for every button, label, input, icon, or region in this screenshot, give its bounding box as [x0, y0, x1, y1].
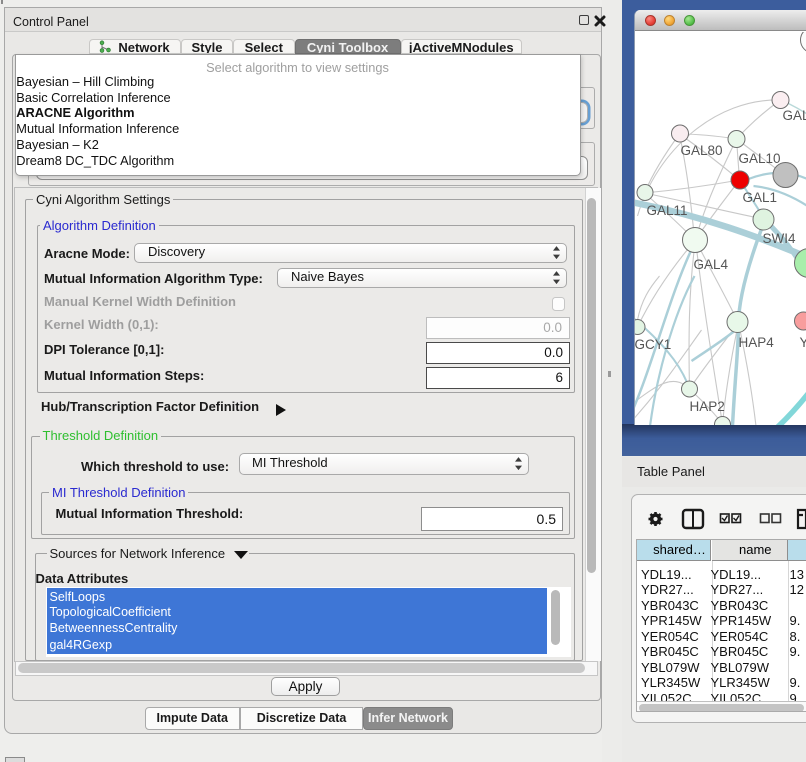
svg-text:HAP2: HAP2: [689, 399, 724, 414]
svg-text:GCY1: GCY1: [635, 337, 671, 352]
svg-text:GAL2: GAL2: [782, 108, 806, 123]
svg-text:SWI4: SWI4: [762, 231, 795, 246]
svg-text:GAL11: GAL11: [646, 203, 687, 218]
svg-text:GAL80: GAL80: [680, 143, 722, 158]
svg-text:GAL1: GAL1: [742, 190, 777, 205]
svg-text:HAP4: HAP4: [738, 335, 774, 350]
svg-text:GAL10: GAL10: [738, 151, 780, 166]
svg-text:GAL4: GAL4: [693, 257, 728, 272]
svg-text:YE: YE: [799, 335, 806, 350]
